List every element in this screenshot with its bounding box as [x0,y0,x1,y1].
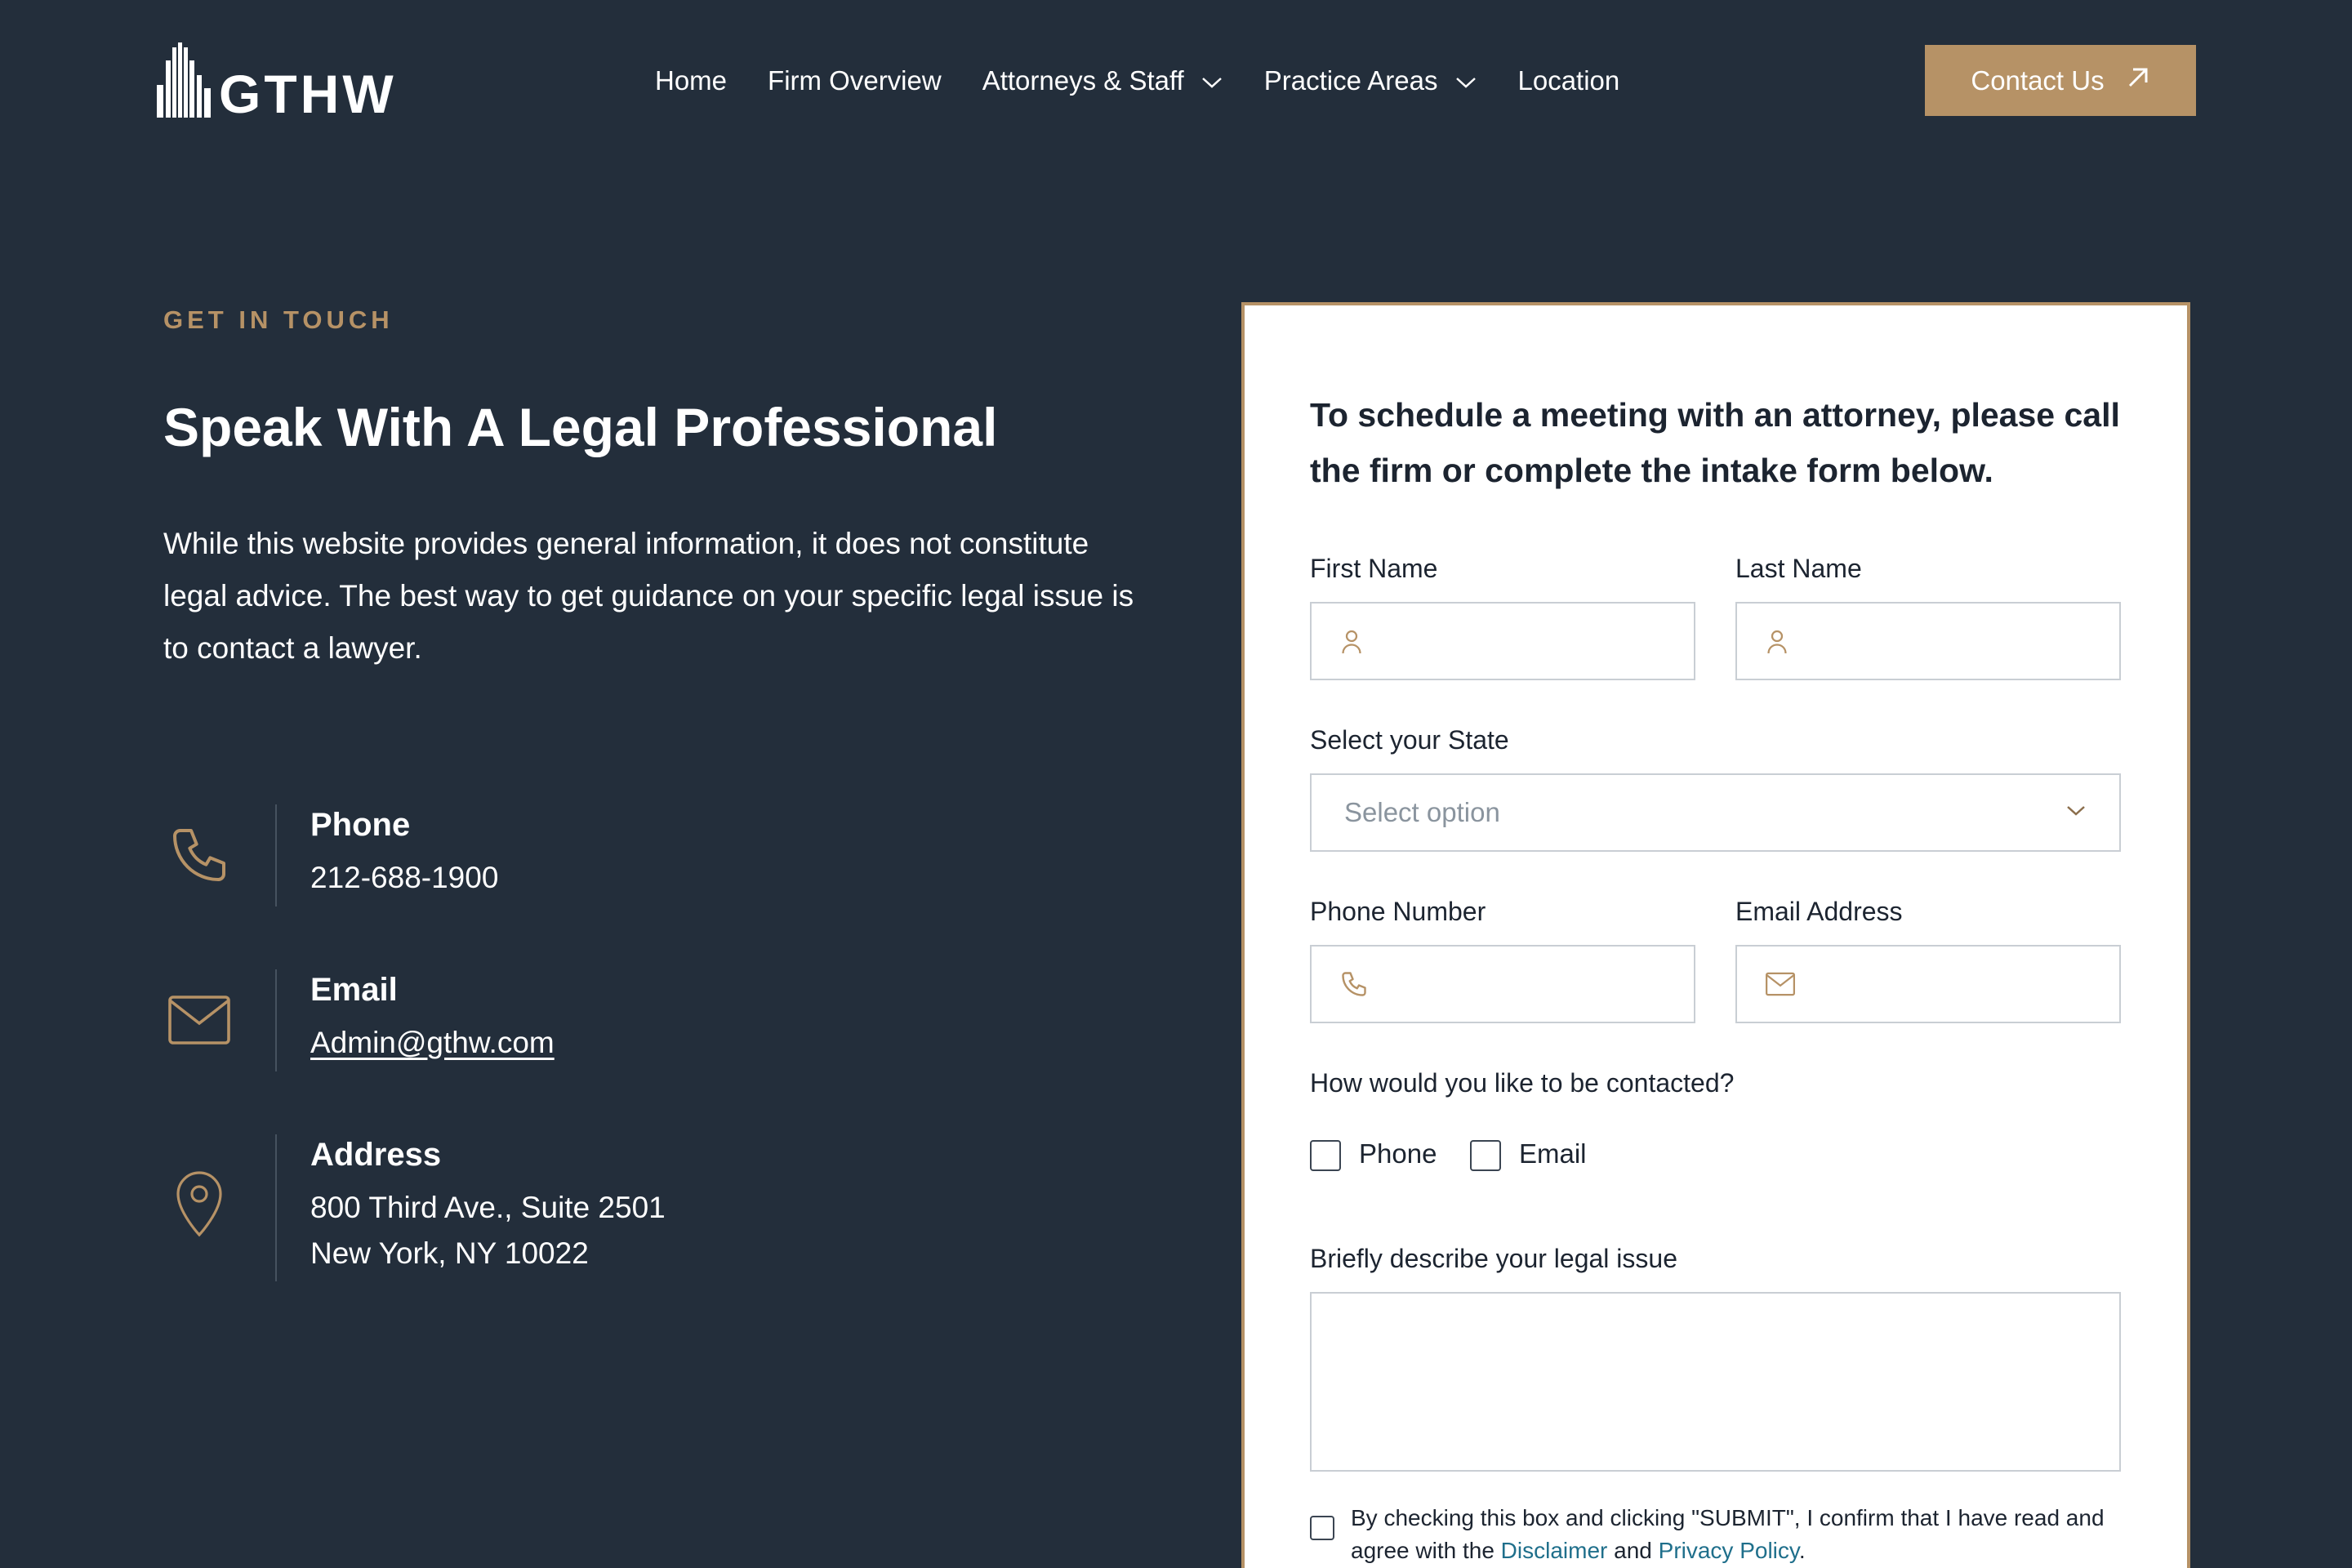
contact-email-checkbox[interactable] [1470,1140,1501,1171]
contact-phone-option-label[interactable]: Phone [1359,1138,1437,1169]
contact-email: Email Admin@gthw.com [163,969,898,1071]
nav-firm-overview[interactable]: Firm Overview [768,65,942,96]
email-address-input[interactable] [1796,947,2155,1022]
main-nav: Home Firm Overview Attorneys & Staff Pra… [655,59,1660,103]
contact-us-label: Contact Us [1971,65,2105,96]
mail-icon [1765,972,1796,996]
email-link[interactable]: Admin@gthw.com [310,1020,555,1066]
intake-form: To schedule a meeting with an attorney, … [1241,302,2190,1568]
phone-number-label: Phone Number [1310,897,1486,926]
state-label: Select your State [1310,725,1509,755]
intro-text: While this website provides general info… [163,527,1134,665]
address-line-2: New York, NY 10022 [310,1236,589,1270]
user-icon [1765,627,1789,655]
email-address-label: Email Address [1735,897,1903,926]
contact-email-text: Email Admin@gthw.com [310,969,555,1066]
contact-phone-text: Phone 212-688-1900 [310,804,498,901]
address-line-1: 800 Third Ave., Suite 2501 [310,1191,666,1224]
email-label: Email [310,972,398,1008]
contact-phone-checkbox[interactable] [1310,1140,1341,1171]
logo[interactable]: GTHW [157,41,397,124]
contact-email-option-label[interactable]: Email [1519,1138,1587,1169]
page-title: Speak With A Legal Professional [163,397,998,457]
eyebrow: GET IN TOUCH [163,305,394,334]
site-header: GTHW Home Firm Overview Attorneys & Staf… [0,0,2352,163]
consent-and: and [1607,1538,1659,1563]
consent-checkbox[interactable] [1310,1516,1334,1540]
chevron-down-icon [1454,65,1477,96]
phone-icon [163,819,235,891]
nav-location-label: Location [1517,65,1620,96]
building-logo-icon [157,42,211,118]
contact-method-label: How would you like to be contacted? [1310,1068,1735,1098]
state-select-value: Select option [1344,797,1500,827]
last-name-label: Last Name [1735,554,1862,583]
last-name-input[interactable] [1789,604,2149,679]
address-label: Address [310,1137,442,1173]
nav-attorneys-staff[interactable]: Attorneys & Staff [982,65,1223,96]
chevron-down-icon [2065,804,2087,822]
nav-firm-overview-label: Firm Overview [768,65,942,96]
contact-address-text: Address 800 Third Ave., Suite 2501 New Y… [310,1134,666,1276]
first-name-label: First Name [1310,554,1438,583]
email-address-field[interactable] [1735,945,2155,1023]
nav-home-label: Home [655,65,728,96]
disclaimer-link[interactable]: Disclaimer [1501,1538,1608,1563]
mail-icon [163,984,235,1056]
divider [275,1134,277,1281]
phone-value[interactable]: 212-688-1900 [310,855,498,901]
nav-practice-areas[interactable]: Practice Areas [1264,65,1477,96]
nav-practice-areas-label: Practice Areas [1263,65,1438,96]
issue-label: Briefly describe your legal issue [1310,1244,1677,1273]
first-name-field[interactable] [1310,602,1723,680]
state-select[interactable]: Select option [1310,773,2121,852]
map-pin-icon [163,1167,235,1241]
first-name-input[interactable] [1364,604,1723,679]
divider [275,804,277,906]
issue-textarea[interactable] [1310,1292,2121,1472]
phone-label: Phone [310,807,411,843]
nav-home[interactable]: Home [655,65,727,96]
chevron-down-icon [1200,65,1223,96]
contact-phone: Phone 212-688-1900 [163,804,898,906]
last-name-field[interactable] [1735,602,2149,680]
arrow-up-right-icon [2126,65,2150,96]
nav-attorneys-staff-label: Attorneys & Staff [982,65,1184,96]
consent-suffix: . [1798,1538,1806,1563]
form-heading: To schedule a meeting with an attorney, … [1310,396,2120,489]
consent-text: By checking this box and clicking "SUBMI… [1351,1502,2151,1567]
contact-address: Address 800 Third Ave., Suite 2501 New Y… [163,1134,898,1281]
phone-number-field[interactable] [1310,945,1728,1023]
privacy-policy-link[interactable]: Privacy Policy [1659,1538,1799,1563]
logo-text: GTHW [219,64,397,124]
phone-icon [1339,969,1369,999]
contact-us-button[interactable]: Contact Us [1925,45,2196,116]
nav-location[interactable]: Location [1518,65,1620,96]
divider [275,969,277,1071]
phone-number-input[interactable] [1369,947,1728,1022]
user-icon [1339,627,1364,655]
